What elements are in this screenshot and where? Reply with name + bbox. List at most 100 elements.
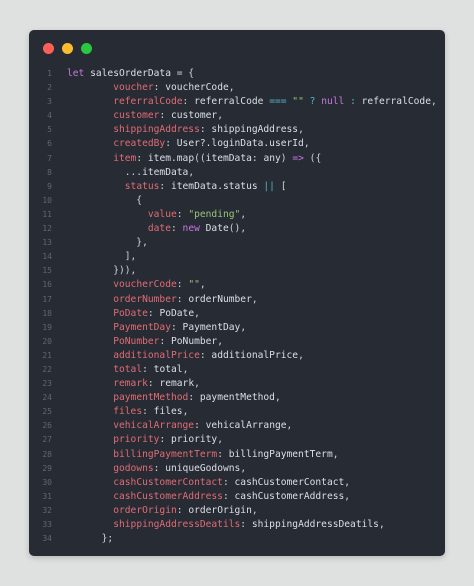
- code-token: :: [199, 124, 212, 136]
- code-token: :: [199, 349, 212, 361]
- code-text: PoNumber: PoNumber,: [67, 335, 223, 349]
- code-text: total: total,: [67, 363, 188, 377]
- code-line: 23 remark: remark,: [29, 377, 445, 391]
- code-line: 8 ...itemData,: [29, 166, 445, 180]
- code-line: 6 createdBy: User?.loginData.userId,: [29, 137, 445, 151]
- code-token: :: [165, 138, 177, 150]
- code-line: 16 voucherCode: "",: [29, 278, 445, 292]
- code-token: :: [142, 406, 154, 418]
- code-token: itemData.status: [170, 180, 264, 192]
- code-text: vehicalArrange: vehicalArrange,: [67, 419, 292, 433]
- maximize-button[interactable]: [81, 43, 92, 54]
- code-token: value: [147, 208, 177, 220]
- code-text: shippingAddress: shippingAddress,: [67, 123, 304, 137]
- code-token: vehicalArrange: [205, 420, 287, 432]
- close-button[interactable]: [43, 43, 54, 54]
- line-number: 17: [42, 294, 52, 304]
- code-line: 12 date: new Date(),: [29, 222, 445, 236]
- code-token: files: [153, 406, 183, 418]
- code-token: :: [170, 223, 183, 235]
- code-token: orderNumber: [113, 293, 177, 305]
- code-token: :: [176, 504, 189, 516]
- line-number: 5: [47, 125, 52, 135]
- code-line: 19 PaymentDay: PaymentDay,: [29, 321, 445, 335]
- code-text: let salesOrderData = {: [67, 67, 194, 81]
- line-number: 8: [47, 167, 52, 177]
- code-token: voucherCode: [165, 82, 229, 94]
- code-token: :: [159, 434, 171, 446]
- code-text: referralCode: referralCode === "" ? null…: [67, 95, 437, 109]
- code-token: ||: [263, 180, 275, 192]
- code-token: :: [159, 335, 171, 347]
- code-line: 26 vehicalArrange: vehicalArrange,: [29, 419, 445, 433]
- code-token: };: [67, 533, 114, 545]
- code-token: (),: [228, 223, 247, 235]
- code-token: PoNumber: [171, 335, 218, 347]
- line-number: 4: [47, 111, 52, 121]
- code-token: ,: [217, 434, 223, 446]
- code-token: PoDate: [113, 307, 148, 319]
- code-line: 22 total: total,: [29, 363, 445, 377]
- code-token: ,: [251, 293, 258, 305]
- code-text: date: new Date(),: [67, 222, 246, 236]
- code-token: :: [159, 110, 171, 122]
- code-token: salesOrderData: [90, 68, 171, 79]
- code-text: status: itemData.status || [: [67, 180, 287, 194]
- line-number: 30: [42, 477, 52, 487]
- code-token: User?.loginData.userId: [176, 138, 304, 150]
- code-line: 10 {: [29, 194, 445, 208]
- code-token: :: [222, 490, 235, 502]
- code-text: remark: remark,: [67, 377, 200, 391]
- code-token: :: [251, 152, 264, 164]
- code-token: status: [124, 180, 160, 192]
- code-token: :: [188, 392, 200, 404]
- line-number: 22: [42, 364, 52, 374]
- code-token: :: [136, 152, 148, 164]
- line-number: 32: [42, 505, 52, 515]
- minimize-button[interactable]: [62, 43, 73, 54]
- code-token: remark: [113, 378, 148, 390]
- code-token: ,: [194, 378, 200, 390]
- code-line: 11 value: "pending",: [29, 208, 445, 222]
- code-token: "": [292, 96, 304, 108]
- line-number: 24: [42, 393, 52, 403]
- code-token: ({: [303, 152, 322, 164]
- code-token: any: [263, 152, 281, 164]
- code-text: {: [67, 194, 142, 208]
- code-token: [: [274, 180, 287, 192]
- code-token: ,: [188, 166, 195, 178]
- code-token: :: [170, 321, 183, 333]
- code-token: ,: [182, 363, 189, 375]
- code-editor: 1 let salesOrderData = {2 voucher: vouche…: [29, 67, 445, 546]
- code-token: cashCustomerContact: [234, 476, 345, 488]
- line-number: 25: [42, 407, 52, 417]
- code-line: 14 ],: [29, 250, 445, 264]
- code-line: 29 godowns: uniqueGodowns,: [29, 462, 445, 476]
- code-line: 15 })),: [29, 264, 445, 278]
- code-line: 25 files: files,: [29, 405, 445, 419]
- code-token: paymentMethod: [113, 392, 189, 404]
- window-controls: [43, 43, 92, 54]
- line-number: 26: [42, 421, 52, 431]
- code-line: 13 },: [29, 236, 445, 250]
- line-number: 12: [42, 224, 52, 234]
- code-token: billingPaymentTerm: [113, 448, 218, 460]
- code-text: shippingAddressDeatils: shippingAddressD…: [67, 518, 385, 532]
- code-token: ,: [298, 349, 304, 361]
- code-text: billingPaymentTerm: billingPaymentTerm,: [67, 448, 338, 462]
- line-number: 27: [42, 435, 52, 445]
- line-number: 15: [42, 266, 52, 276]
- code-token: referralCode: [113, 96, 183, 108]
- code-token: files: [113, 406, 143, 418]
